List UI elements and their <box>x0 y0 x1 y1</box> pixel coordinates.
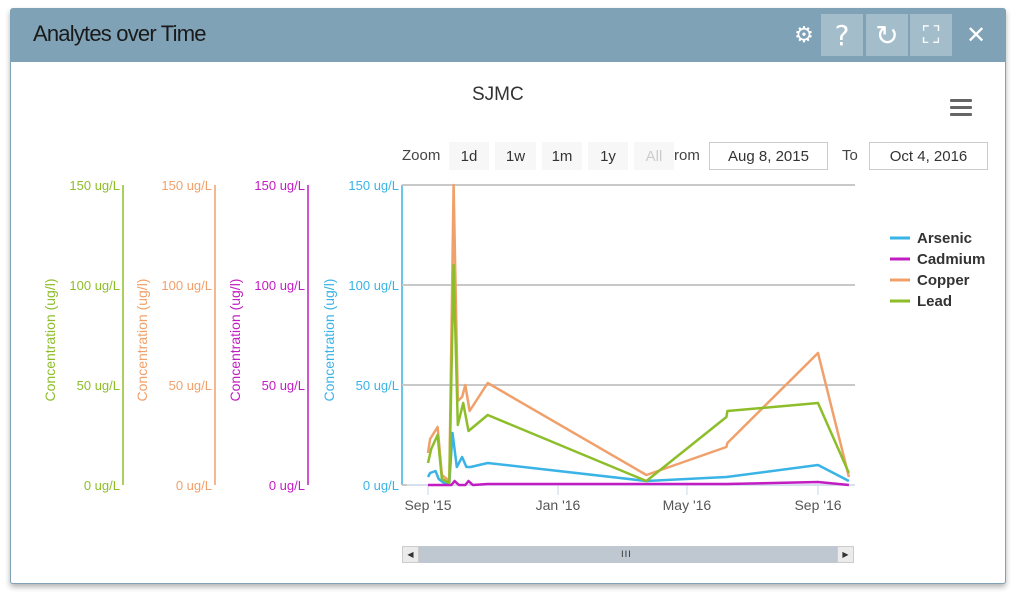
y-tick-label: 100 ug/L <box>69 278 120 293</box>
chart-svg: 0 ug/L 50 ug/L 100 ug/L 150 ug/L Concentrati… <box>42 178 985 513</box>
legend-item-lead[interactable]: Lead <box>917 293 952 310</box>
x-tick-label: Sep '16 <box>794 497 841 513</box>
series-line-copper <box>426 183 851 483</box>
y-tick-label: 0 ug/L <box>269 478 305 493</box>
arrow-left-icon: ◀ <box>407 550 414 559</box>
x-tick-label: Sep '15 <box>404 497 451 513</box>
scroll-right-button[interactable]: ▶ <box>837 546 854 563</box>
y-tick-label: 100 ug/L <box>254 278 305 293</box>
y-tick-label: 50 ug/L <box>356 378 399 393</box>
series-line-lead <box>426 263 851 485</box>
legend-item-copper[interactable]: Copper <box>917 272 970 289</box>
y-tick-label: 50 ug/L <box>262 378 305 393</box>
y-axis-title-arsenic: Concentration (ug/l) <box>321 279 337 402</box>
arrow-right-icon: ▶ <box>842 550 849 559</box>
x-tick-label: May '16 <box>663 497 712 513</box>
x-tick-label: Jan '16 <box>536 497 581 513</box>
y-tick-label: 0 ug/L <box>84 478 120 493</box>
y-axis-title-copper: Concentration (ug/l) <box>134 279 150 402</box>
y-tick-label: 50 ug/L <box>77 378 120 393</box>
y-tick-label: 100 ug/L <box>161 278 212 293</box>
y-tick-label: 150 ug/L <box>254 178 305 193</box>
y-tick-label: 150 ug/L <box>348 178 399 193</box>
y-axis-title-lead: Concentration (ug/l) <box>42 279 58 402</box>
legend-item-cadmium[interactable]: Cadmium <box>917 251 985 268</box>
y-tick-label: 150 ug/L <box>69 178 120 193</box>
y-tick-label: 0 ug/L <box>176 478 212 493</box>
scrollbar-grip[interactable]: III <box>621 550 632 560</box>
legend-item-arsenic[interactable]: Arsenic <box>917 230 972 247</box>
scroll-left-button[interactable]: ◀ <box>402 546 419 563</box>
y-tick-label: 0 ug/L <box>363 478 399 493</box>
y-axis-title-cadmium: Concentration (ug/l) <box>227 279 243 402</box>
y-tick-label: 50 ug/L <box>169 378 212 393</box>
y-tick-label: 150 ug/L <box>161 178 212 193</box>
y-tick-label: 100 ug/L <box>348 278 399 293</box>
series-line-arsenic <box>426 431 850 485</box>
navigator-scrollbar[interactable]: ◀ III ▶ <box>402 546 854 563</box>
